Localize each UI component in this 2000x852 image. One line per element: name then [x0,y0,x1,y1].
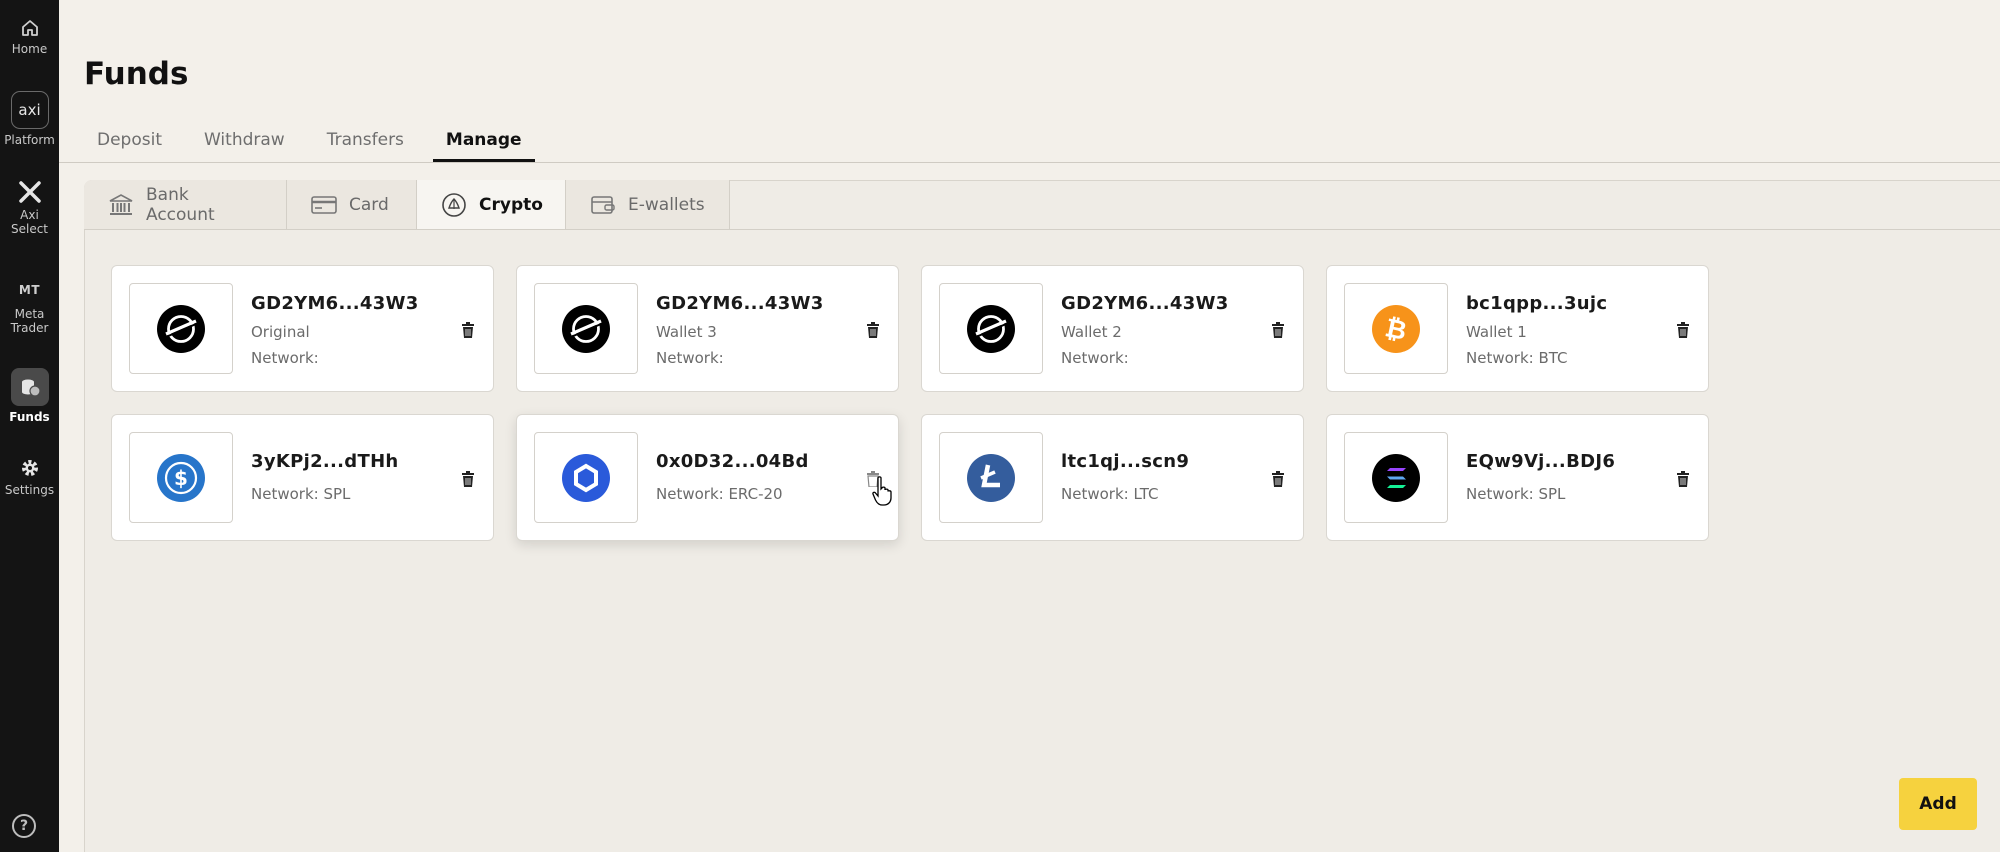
subtab-label: Card [349,195,389,215]
stellar-icon [562,304,610,353]
card-icon [311,195,337,215]
wallet-address: GD2YM6...43W3 [251,293,419,314]
wallet-network: Network: [656,349,724,367]
wallet-address: ltc1qj...scn9 [1061,451,1190,472]
wallet-card[interactable]: ltc1qj...scn9 Network: LTC [921,414,1304,541]
delete-trash-icon[interactable] [1674,320,1692,340]
wallet-card[interactable]: EQw9Vj...BDJ6 Network: SPL [1326,414,1709,541]
help-icon[interactable]: ? [12,814,36,838]
payment-method-tabs: Bank Account Card Crypto E-wallets [84,180,730,230]
ewallet-icon [590,194,616,216]
wallet-address: 0x0D32...04Bd [656,451,809,472]
sidebar-item-label: Meta Trader [10,307,49,335]
home-icon [20,18,40,38]
subtab-card[interactable]: Card [287,180,417,230]
delete-trash-icon[interactable] [1269,320,1287,340]
wallet-card[interactable]: ₿ bc1qpp...3ujc Wallet 1 Network: BTC [1326,265,1709,392]
wallet-network: Network: BTC [1466,349,1568,367]
wallet-network: Network: LTC [1061,485,1159,503]
sidebar-item-label: Funds [9,410,50,424]
wallet-name: Wallet 2 [1061,323,1122,341]
sidebar-item-label: Axi Select [10,208,49,236]
usdc-icon: $ [157,453,205,502]
pointer-cursor-icon [872,476,892,510]
subtab-label: E-wallets [628,195,705,215]
platform-icon: axi [10,91,49,129]
wallet-network: Network: ERC-20 [656,485,783,503]
sidebar-item-settings[interactable]: Settings [0,457,59,497]
coin-logo [939,432,1043,523]
wallet-card[interactable]: $ 3yKPj2...dTHh Network: SPL [111,414,494,541]
coin-logo [1344,432,1448,523]
wallet-network: Network: SPL [251,485,351,503]
stellar-icon [967,304,1015,353]
tab-withdraw[interactable]: Withdraw [191,127,298,162]
wallet-card[interactable]: GD2YM6...43W3 Wallet 3 Network: [516,265,899,392]
sidebar-item-funds[interactable]: Funds [0,368,59,424]
axi-select-icon [18,180,42,204]
sidebar-item-axi-select[interactable]: Axi Select [0,180,59,236]
wallet-card[interactable]: 0x0D32...04Bd Network: ERC-20 [516,414,899,541]
metatrader-icon: MT [18,283,41,297]
tab-transfers[interactable]: Transfers [314,127,417,162]
wallet-card[interactable]: GD2YM6...43W3 Wallet 2 Network: [921,265,1304,392]
stellar-icon [157,304,205,353]
wallet-address: 3yKPj2...dTHh [251,451,399,472]
wallet-network: Network: [1061,349,1129,367]
tab-manage[interactable]: Manage [432,127,535,162]
sidebar: Home axi Platform Axi Select MT Meta Tra… [0,0,59,852]
wallet-address: EQw9Vj...BDJ6 [1466,451,1616,472]
delete-trash-icon[interactable] [1269,469,1287,489]
sidebar-item-platform[interactable]: axi Platform [0,91,59,147]
funds-icon [10,368,49,406]
header-divider [59,162,2000,163]
subtab-label: Bank Account [146,185,215,225]
coin-logo [129,283,233,374]
subtab-divider [84,229,2000,230]
tab-bar: Deposit Withdraw Transfers Manage [84,127,551,162]
subtab-label: Crypto [479,195,543,215]
subtab-e-wallets[interactable]: E-wallets [566,180,730,230]
coin-logo: ₿ [1344,283,1448,374]
subtab-bank-account[interactable]: Bank Account [84,180,287,230]
wallet-network: Network: [251,349,319,367]
crypto-icon [441,192,467,218]
sidebar-item-metatrader[interactable]: MT Meta Trader [0,283,59,335]
delete-trash-icon[interactable] [864,320,882,340]
sidebar-item-home[interactable]: Home [0,18,59,56]
coin-logo: $ [129,432,233,523]
sidebar-item-label: Home [11,42,48,56]
svg-text:$: $ [174,466,188,490]
coin-logo [939,283,1043,374]
page-title: Funds [84,56,189,92]
tab-deposit[interactable]: Deposit [84,127,175,162]
wallet-address: bc1qpp...3ujc [1466,293,1608,314]
coin-logo [534,432,638,523]
gear-icon [19,457,41,479]
bitcoin-icon: ₿ [1372,304,1420,353]
wallet-network: Network: SPL [1466,485,1566,503]
sidebar-item-label: Platform [4,133,55,147]
chainlink-icon [562,453,610,502]
wallet-name: Original [251,323,310,341]
litecoin-icon [967,453,1015,502]
coin-logo [534,283,638,374]
wallet-card[interactable]: GD2YM6...43W3 Original Network: [111,265,494,392]
bank-icon [108,193,134,217]
wallet-name: Wallet 1 [1466,323,1527,341]
sidebar-item-label: Settings [4,483,55,497]
delete-trash-icon[interactable] [1674,469,1692,489]
solana-icon [1372,453,1420,502]
add-wallet-button[interactable]: Add [1899,778,1977,830]
wallet-name: Wallet 3 [656,323,717,341]
wallet-address: GD2YM6...43W3 [656,293,824,314]
delete-trash-icon[interactable] [459,320,477,340]
wallet-address: GD2YM6...43W3 [1061,293,1229,314]
delete-trash-icon[interactable] [459,469,477,489]
subtab-crypto[interactable]: Crypto [417,180,566,230]
